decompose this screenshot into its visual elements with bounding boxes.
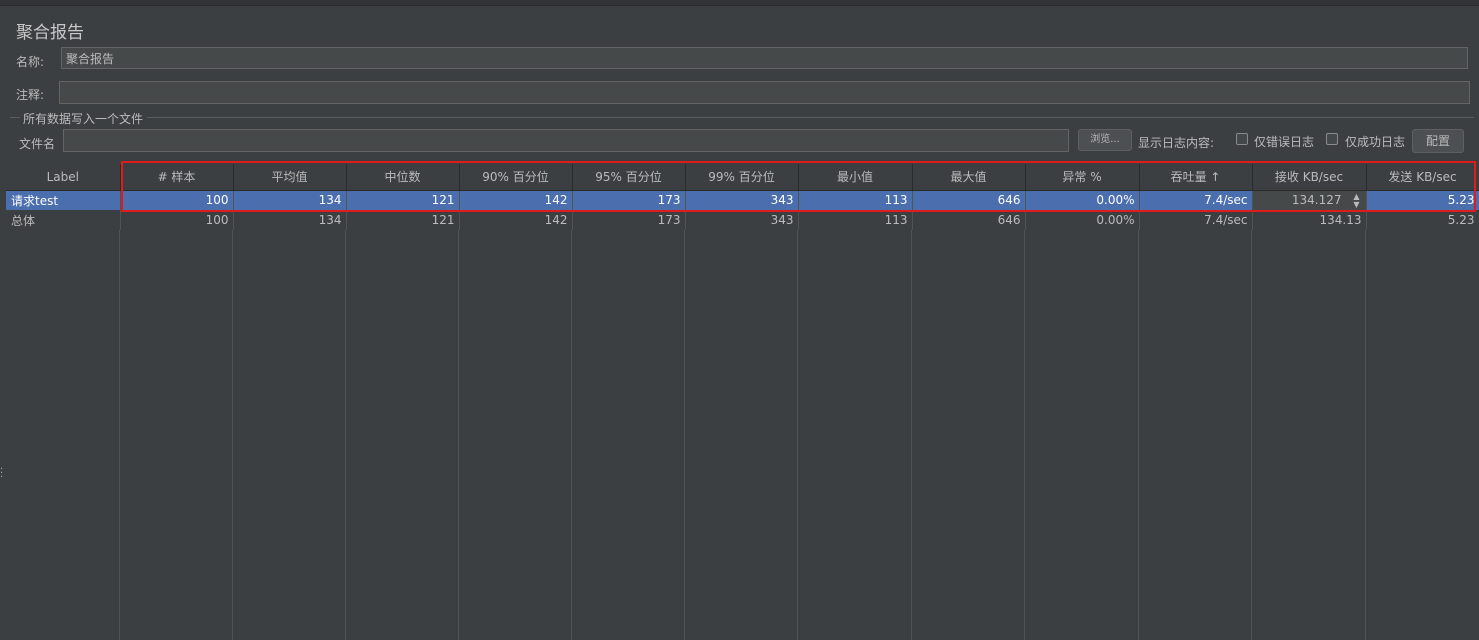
- column-divider: [684, 230, 685, 640]
- group-border-left: [10, 117, 20, 118]
- top-tab-strip: [0, 0, 1479, 6]
- column-header-throughput[interactable]: 吞吐量 ↑: [1139, 164, 1253, 191]
- column-divider: [1365, 230, 1366, 640]
- success-only-label: 仅成功日志: [1345, 135, 1406, 149]
- comment-field[interactable]: [59, 81, 1470, 104]
- column-header-95-percentile[interactable]: 95% 百分位: [572, 164, 686, 191]
- column-divider: [1138, 230, 1139, 640]
- column-divider: [911, 230, 912, 640]
- comment-label: 注释:: [16, 88, 45, 102]
- column-divider: [458, 230, 459, 640]
- table-cell[interactable]: 173: [572, 190, 686, 210]
- column-header-min[interactable]: 最小值: [798, 164, 913, 191]
- column-divider: [232, 230, 233, 640]
- configure-button[interactable]: 配置: [1412, 129, 1464, 153]
- table-cell[interactable]: 646: [912, 210, 1026, 230]
- table-cell[interactable]: 142: [459, 190, 573, 210]
- table-cell[interactable]: 646: [912, 190, 1026, 210]
- column-header-99-percentile[interactable]: 99% 百分位: [685, 164, 799, 191]
- table-cell[interactable]: 0.00%: [1025, 190, 1140, 210]
- table-cell[interactable]: 5.23: [1366, 210, 1479, 230]
- table-cell[interactable]: 134.13: [1252, 210, 1367, 230]
- column-header-average[interactable]: 平均值: [233, 164, 347, 191]
- column-header-max[interactable]: 最大值: [912, 164, 1026, 191]
- column-divider: [345, 230, 346, 640]
- table-cell[interactable]: 343: [685, 190, 799, 210]
- table-cell[interactable]: 142: [459, 210, 573, 230]
- table-cell[interactable]: 0.00%: [1025, 210, 1140, 230]
- table-cell[interactable]: 请求test: [6, 190, 121, 210]
- table-cell[interactable]: 7.4/sec: [1139, 210, 1253, 230]
- file-label: 文件名: [19, 137, 56, 151]
- table-cell[interactable]: 100: [120, 210, 234, 230]
- table-cell[interactable]: 134: [233, 210, 347, 230]
- table-cell-editor[interactable]: 134.127 ▲ ▼: [1252, 190, 1367, 210]
- cell-editor-value[interactable]: 134.127: [1292, 193, 1342, 207]
- table-cell[interactable]: 7.4/sec: [1139, 190, 1253, 210]
- column-header-median[interactable]: 中位数: [346, 164, 460, 191]
- column-header-sent-kb[interactable]: 发送 KB/sec: [1366, 164, 1479, 191]
- aggregate-report-table: Label # 样本 平均值 中位数 90% 百分位 95% 百分位 99% 百…: [6, 164, 1479, 640]
- group-border-right: [147, 117, 1474, 118]
- column-header-90-percentile[interactable]: 90% 百分位: [459, 164, 573, 191]
- column-divider: [571, 230, 572, 640]
- table-cell[interactable]: 173: [572, 210, 686, 230]
- column-divider: [119, 230, 120, 640]
- column-divider: [1251, 230, 1252, 640]
- column-header-label[interactable]: Label: [6, 164, 121, 191]
- column-header-received-kb[interactable]: 接收 KB/sec: [1252, 164, 1367, 191]
- name-field[interactable]: [61, 47, 1468, 69]
- table-cell[interactable]: 113: [798, 190, 913, 210]
- table-cell[interactable]: 总体: [6, 210, 121, 230]
- splitter-grip-icon[interactable]: · · ·: [0, 465, 4, 483]
- column-divider: [1024, 230, 1025, 640]
- success-only-checkbox[interactable]: [1326, 133, 1338, 145]
- file-name-field[interactable]: [63, 129, 1069, 152]
- log-content-label: 显示日志内容:: [1138, 136, 1215, 150]
- table-cell[interactable]: 343: [685, 210, 799, 230]
- column-header-error-percent[interactable]: 异常 %: [1025, 164, 1140, 191]
- table-row[interactable]: 请求test 100 134 121 142 173 343 113 646 0…: [6, 190, 1479, 210]
- table-cell[interactable]: 121: [346, 190, 460, 210]
- errors-only-checkbox[interactable]: [1236, 133, 1248, 145]
- name-label: 名称:: [16, 55, 45, 69]
- group-title: 所有数据写入一个文件: [23, 112, 144, 126]
- browse-button[interactable]: 浏览...: [1078, 129, 1132, 151]
- table-cell[interactable]: 113: [798, 210, 913, 230]
- table-cell[interactable]: 121: [346, 210, 460, 230]
- errors-only-label: 仅错误日志: [1254, 135, 1315, 149]
- column-header-samples[interactable]: # 样本: [120, 164, 234, 191]
- column-divider: [797, 230, 798, 640]
- table-row[interactable]: 总体 100 134 121 142 173 343 113 646 0.00%…: [6, 210, 1479, 230]
- table-cell[interactable]: 5.23: [1366, 190, 1479, 210]
- spinner-arrows-icon[interactable]: ▲ ▼: [1351, 192, 1363, 209]
- page-title: 聚合报告: [16, 23, 84, 43]
- table-cell[interactable]: 134: [233, 190, 347, 210]
- table-cell[interactable]: 100: [120, 190, 234, 210]
- table-header-row: Label # 样本 平均值 中位数 90% 百分位 95% 百分位 99% 百…: [6, 164, 1479, 191]
